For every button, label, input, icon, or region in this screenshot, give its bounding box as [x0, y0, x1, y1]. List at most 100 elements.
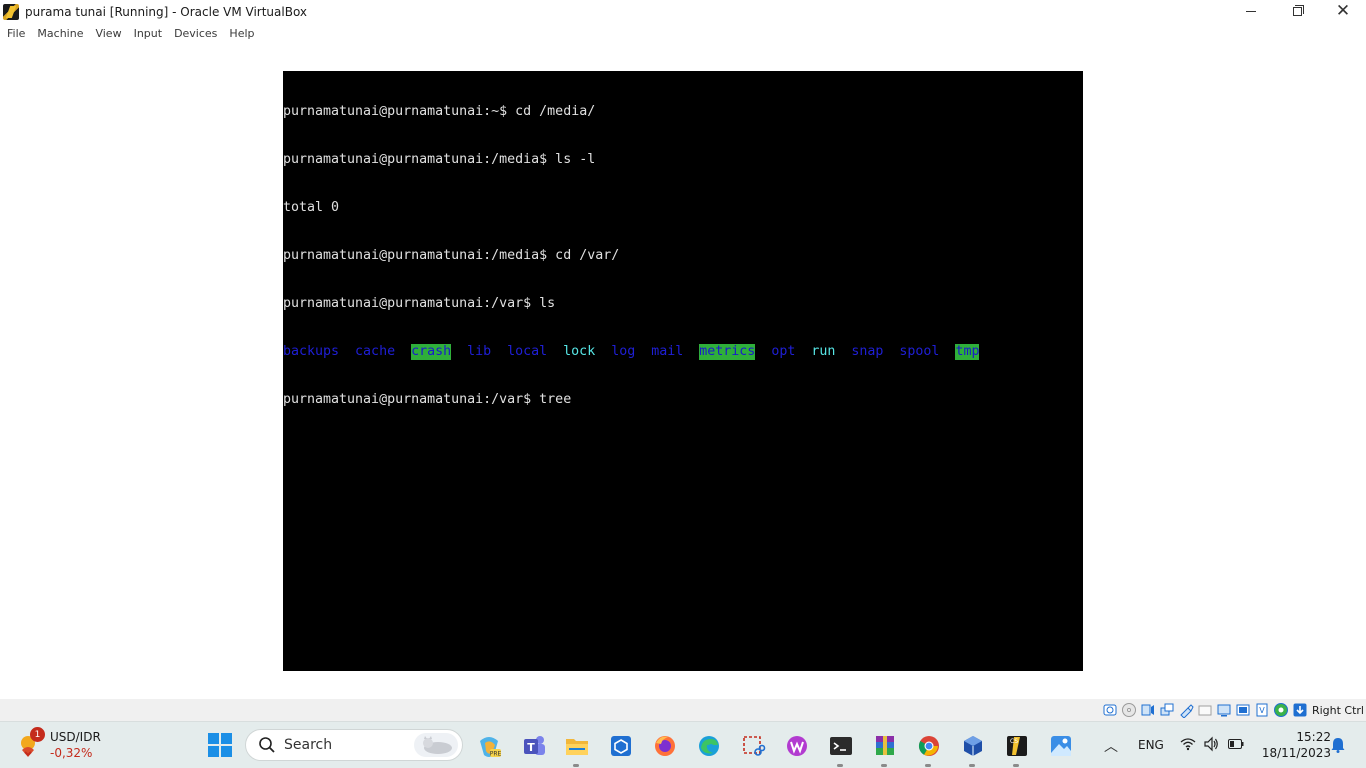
ls-entry-local: local	[507, 344, 548, 359]
taskbar-app-chrome[interactable]	[913, 730, 945, 767]
taskbar-app-copilot[interactable]: PRE	[473, 730, 505, 762]
copilot-icon: PRE	[480, 737, 502, 758]
file-explorer-icon	[566, 739, 588, 755]
taskbar-app-teams[interactable]: T	[518, 730, 550, 762]
menu-help[interactable]: Help	[223, 27, 260, 40]
photos-icon	[1051, 736, 1071, 756]
terminal-line: purnamatunai@purnamatunai:/var$ ls	[283, 296, 556, 311]
winrar-icon	[876, 736, 894, 755]
ls-entry-spool: spool	[899, 344, 940, 359]
taskbar-app-virtualbox-vm[interactable]: CS	[1001, 730, 1033, 767]
taskbar-app-winrar[interactable]	[869, 730, 901, 767]
hard-disk-icon[interactable]	[1102, 702, 1118, 718]
terminal-line: purnamatunai@purnamatunai:~$ cd /media/	[283, 104, 596, 119]
volume-icon[interactable]	[1203, 736, 1219, 752]
ls-entry-snap: snap	[851, 344, 884, 359]
running-indicator	[1013, 764, 1019, 767]
restore-button[interactable]	[1274, 0, 1320, 23]
taskbar-app-edge[interactable]	[693, 730, 725, 762]
tray-overflow-chevron-icon[interactable]: ︿	[1104, 736, 1118, 756]
widget-title: USD/IDR	[50, 730, 101, 744]
running-indicator	[925, 764, 931, 767]
search-icon	[259, 737, 275, 753]
taskbar-app-snipping-tool[interactable]	[737, 730, 769, 762]
ls-output-line: backups cache crash lib local lock log mail metr…	[283, 344, 1083, 360]
terminal-line: purnamatunai@purnamatunai:/media$ ls -l	[283, 152, 596, 167]
ls-entry-metrics: metrics	[699, 344, 756, 360]
svg-text:CS: CS	[1010, 738, 1018, 745]
optical-drive-icon[interactable]	[1121, 702, 1137, 718]
window-title: purama tunai [Running] - Oracle VM Virtu…	[25, 4, 308, 19]
virtualbox-icon	[964, 736, 982, 756]
taskbar-search-box[interactable]: Search	[245, 729, 463, 761]
vm-status-bar: V Right Ctrl	[0, 699, 1366, 721]
menu-machine[interactable]: Machine	[31, 27, 89, 40]
taskbar: 1 USD/IDR -0,32% Search PRE T CS ︿ ENG 1…	[0, 721, 1366, 768]
clock-date: 18/11/2023	[1261, 746, 1331, 760]
terminal-current-line: purnamatunai@purnamatunai:/var$ tree	[283, 392, 572, 407]
widget-value: -0,32%	[50, 746, 93, 760]
usb-icon[interactable]	[1178, 702, 1194, 718]
vm-terminal-screen[interactable]: purnamatunai@purnamatunai:~$ cd /media/ …	[283, 71, 1083, 671]
close-button[interactable]: ✕	[1320, 0, 1366, 23]
ls-entry-lib: lib	[467, 344, 492, 359]
menu-view[interactable]: View	[89, 27, 127, 40]
taskbar-app-photos[interactable]	[1045, 730, 1077, 762]
minimize-button[interactable]	[1228, 0, 1274, 23]
ls-entry-opt: opt	[771, 344, 796, 359]
svg-text:PRE: PRE	[490, 751, 502, 758]
ls-entry-lock: lock	[563, 344, 596, 359]
svg-text:V: V	[1259, 706, 1265, 715]
menu-file[interactable]: File	[1, 27, 31, 40]
taskbar-app-virtualbox[interactable]	[957, 730, 989, 767]
system-clock[interactable]: 15:22 18/11/2023	[1255, 729, 1331, 761]
vm-display-area: purnamatunai@purnamatunai:~$ cd /media/ …	[0, 43, 1366, 699]
virtualbox-vm-icon: CS	[1007, 736, 1027, 756]
display-icon[interactable]	[1216, 702, 1232, 718]
host-key-label: Right Ctrl	[1311, 703, 1364, 717]
search-label: Search	[284, 737, 333, 753]
battery-icon[interactable]	[1228, 738, 1244, 750]
taskbar-app-store[interactable]	[605, 730, 637, 762]
menu-bar: File Machine View Input Devices Help	[0, 23, 1366, 43]
taskbar-app-firefox[interactable]	[649, 730, 681, 762]
start-button[interactable]	[207, 732, 233, 758]
firefox-icon	[655, 736, 675, 756]
shared-folder-icon[interactable]	[1197, 702, 1213, 718]
network-icon[interactable]	[1159, 702, 1175, 718]
notification-bell-icon[interactable]	[1331, 737, 1345, 753]
running-indicator	[837, 764, 843, 767]
widget-notification-badge: 1	[30, 727, 45, 742]
cpu-icon[interactable]: V	[1254, 702, 1270, 718]
running-indicator	[881, 764, 887, 767]
wifi-icon[interactable]	[1180, 736, 1196, 752]
running-indicator	[573, 764, 579, 767]
terminal-icon	[830, 737, 852, 755]
widgets-button[interactable]: 1 USD/IDR -0,32%	[14, 727, 144, 764]
taskbar-app-wps-office[interactable]	[781, 730, 813, 762]
ls-entry-cache: cache	[355, 344, 396, 359]
clock-time: 15:22	[1296, 730, 1331, 744]
terminal-line: purnamatunai@purnamatunai:/media$ cd /va…	[283, 248, 620, 263]
running-indicator	[969, 764, 975, 767]
input-language[interactable]: ENG	[1138, 738, 1164, 752]
taskbar-app-file-explorer[interactable]	[561, 730, 593, 767]
ls-entry-crash: crash	[411, 344, 452, 360]
taskbar-app-terminal[interactable]	[825, 730, 857, 767]
menu-input[interactable]: Input	[128, 27, 168, 40]
menu-devices[interactable]: Devices	[168, 27, 223, 40]
guest-additions-icon[interactable]	[1273, 702, 1289, 718]
ls-entry-backups: backups	[283, 344, 340, 359]
wps-office-icon	[787, 736, 807, 756]
keyboard-capture-icon[interactable]	[1292, 702, 1308, 718]
recording-icon[interactable]	[1235, 702, 1251, 718]
audio-icon[interactable]	[1140, 702, 1156, 718]
edge-icon	[699, 736, 719, 756]
virtualbox-icon	[3, 3, 19, 20]
svg-text:T: T	[527, 741, 535, 754]
snipping-tool-icon	[743, 736, 766, 756]
ls-entry-mail: mail	[651, 344, 684, 359]
restore-icon	[1292, 5, 1304, 16]
search-highlight-image	[414, 733, 458, 757]
close-icon: ✕	[1335, 1, 1351, 21]
